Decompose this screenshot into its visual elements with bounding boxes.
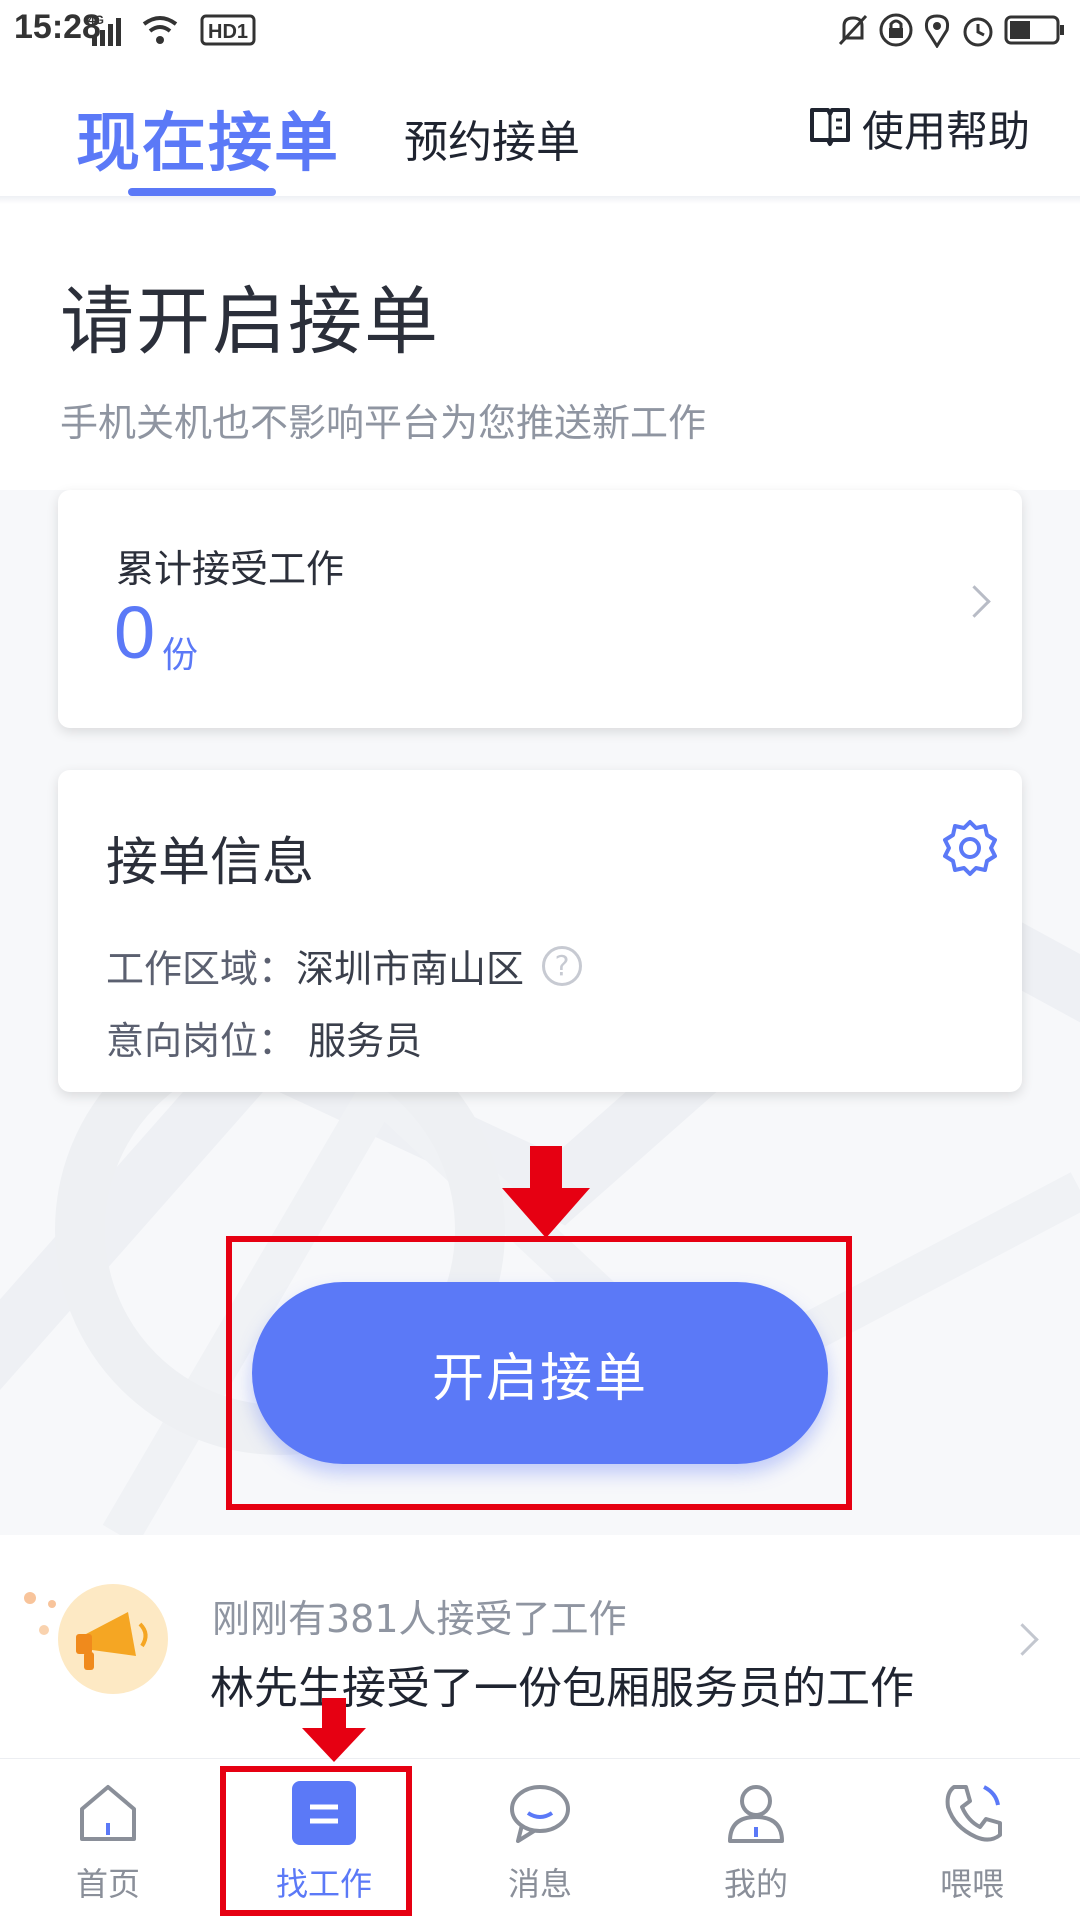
work-area-row: 工作区域： 深圳市南山区 ?	[106, 938, 583, 993]
accepted-jobs-unit: 份	[162, 635, 199, 676]
battery-icon	[1004, 14, 1066, 50]
book-icon	[808, 104, 852, 152]
page-heading: 请开启接单	[60, 279, 440, 365]
accepted-jobs-count: 0	[114, 591, 156, 674]
accepted-jobs-card[interactable]: 累计接受工作 0 份	[58, 490, 1022, 728]
decor-dots	[22, 1590, 62, 1664]
help-label: 使用帮助	[862, 106, 1031, 156]
annotation-arrow-down-icon	[502, 1146, 590, 1238]
position-label: 意向岗位：	[106, 1019, 297, 1063]
annotation-arrow-down-icon	[302, 1698, 366, 1762]
help-circle-icon[interactable]: ?	[542, 945, 583, 986]
nav-messages[interactable]: 消息	[432, 1759, 648, 1921]
chevron-right-icon	[1006, 1623, 1039, 1656]
signal-icon: 4G	[88, 12, 130, 48]
bottom-nav: 首页 找工作 消息 我的 喂喂	[0, 1758, 1080, 1921]
nav-home-label: 首页	[75, 1865, 140, 1903]
gear-icon[interactable]	[940, 818, 1000, 878]
nav-messages-label: 消息	[507, 1865, 572, 1903]
start-accepting-button[interactable]: 开启接单	[252, 1282, 828, 1464]
work-area-label: 工作区域：	[106, 947, 297, 991]
accepted-jobs-label: 累计接受工作	[116, 547, 345, 591]
activity-notice[interactable]: 刚刚有381人接受了工作 林先生接受了一份包厢服务员的工作	[0, 1536, 1080, 1756]
tab-book[interactable]: 预约接单	[404, 106, 580, 170]
svg-text:HD1: HD1	[208, 21, 248, 43]
mute-icon	[836, 12, 870, 48]
alarm-icon	[960, 12, 996, 48]
page-subheading: 手机关机也不影响平台为您推送新工作	[60, 401, 707, 445]
order-info-card: 接单信息 工作区域： 深圳市南山区 ? 意向岗位： 服务员	[58, 770, 1022, 1092]
nav-profile[interactable]: 我的	[648, 1759, 864, 1921]
nav-profile-label: 我的	[723, 1865, 788, 1903]
home-icon	[76, 1781, 140, 1845]
nav-call[interactable]: 喂喂	[864, 1759, 1080, 1921]
top-tabs: 现在接单 预约接单 使用帮助	[0, 60, 1080, 200]
nav-home[interactable]: 首页	[0, 1759, 216, 1921]
position-value: 服务员	[308, 1019, 423, 1063]
active-tab-indicator	[128, 188, 276, 196]
annotation-highlight-box	[220, 1766, 412, 1916]
chevron-right-icon	[958, 585, 991, 618]
nav-call-label: 喂喂	[939, 1865, 1004, 1903]
megaphone-icon	[58, 1584, 168, 1694]
message-icon	[508, 1781, 572, 1845]
order-info-title: 接单信息	[106, 833, 315, 893]
hd-icon: HD1	[200, 12, 260, 48]
wifi-icon	[140, 12, 180, 48]
work-area-value: 深圳市南山区	[296, 947, 525, 991]
tab-now[interactable]: 现在接单	[76, 92, 340, 184]
network-label: 4G	[88, 13, 104, 27]
notice-summary: 刚刚有381人接受了工作	[212, 1597, 627, 1641]
profile-icon	[724, 1781, 788, 1845]
help-button[interactable]: 使用帮助	[808, 102, 1030, 156]
phone-icon	[940, 1781, 1004, 1845]
lock-rotation-icon	[878, 12, 914, 48]
location-icon	[922, 12, 952, 49]
status-bar: 15:28 4G HD1	[0, 0, 1080, 60]
tab-divider	[0, 196, 1080, 204]
position-row: 意向岗位： 服务员	[106, 1010, 422, 1065]
